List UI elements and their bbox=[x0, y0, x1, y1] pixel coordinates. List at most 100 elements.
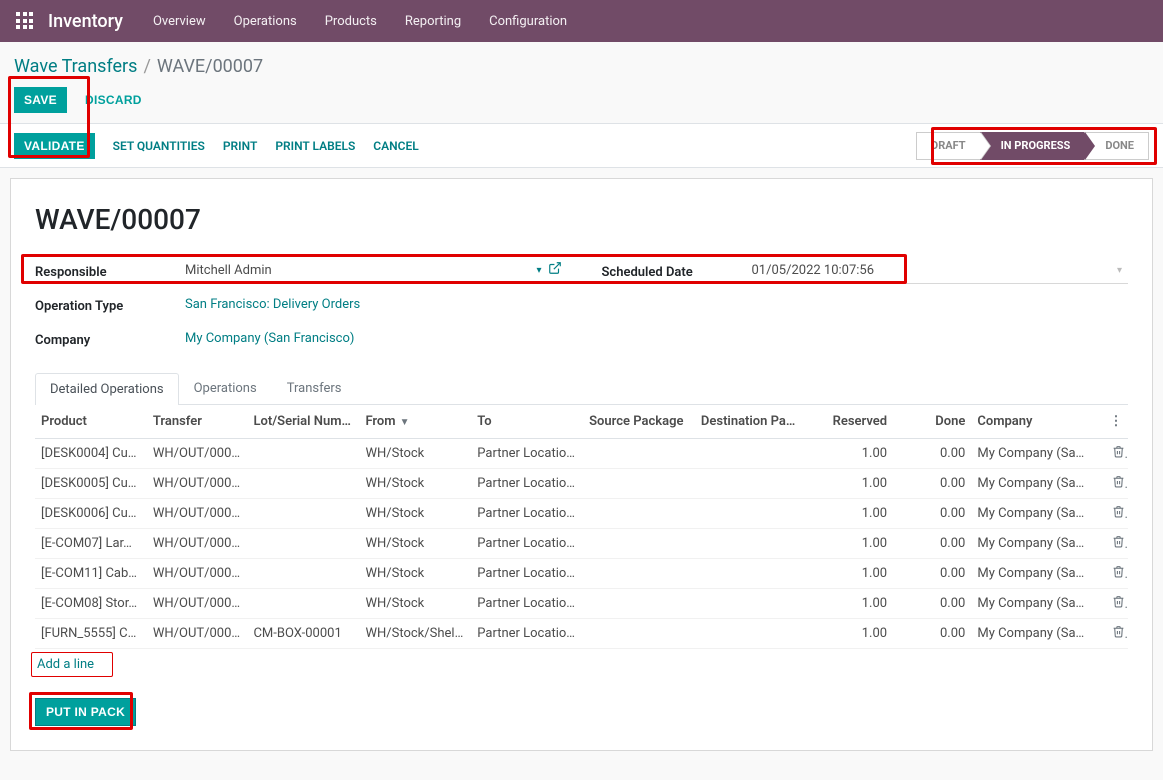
cell-lot[interactable]: CM-BOX-00001 bbox=[247, 619, 359, 649]
cell-from[interactable]: WH/Stock bbox=[359, 529, 471, 559]
table-row[interactable]: [DESK0005] Cu…WH/OUT/000…WH/StockPartner… bbox=[35, 469, 1128, 499]
cell-dest-package[interactable] bbox=[695, 439, 804, 469]
cell-from[interactable]: WH/Stock bbox=[359, 439, 471, 469]
cell-company[interactable]: My Company (Sa… bbox=[971, 589, 1105, 619]
table-row[interactable]: [DESK0004] Cu…WH/OUT/000… WH/StockPartner… bbox=[35, 439, 1128, 469]
columns-menu-icon[interactable]: ⋮ bbox=[1106, 405, 1128, 439]
dropdown-caret-icon[interactable]: ▾ bbox=[530, 265, 547, 276]
cell-lot[interactable] bbox=[247, 529, 359, 559]
tab-detailed-operations[interactable]: Detailed Operations bbox=[35, 373, 179, 405]
scheduled-date-field[interactable]: ▾ bbox=[752, 260, 1129, 284]
cell-reserved[interactable]: 1.00 bbox=[804, 529, 893, 559]
cell-done[interactable]: 0.00 bbox=[893, 529, 971, 559]
cell-reserved[interactable]: 1.00 bbox=[804, 559, 893, 589]
cancel-button[interactable]: CANCEL bbox=[373, 139, 418, 153]
delete-row-icon[interactable] bbox=[1106, 499, 1128, 529]
col-to[interactable]: To bbox=[471, 405, 583, 439]
cell-product[interactable]: [DESK0005] Cu… bbox=[35, 469, 147, 499]
company-link[interactable]: My Company (San Francisco) bbox=[185, 331, 354, 346]
set-quantities-button[interactable]: SET QUANTITIES bbox=[113, 139, 205, 153]
cell-src-package[interactable] bbox=[583, 559, 695, 589]
cell-reserved[interactable]: 1.00 bbox=[804, 499, 893, 529]
cell-done[interactable]: 0.00 bbox=[893, 439, 971, 469]
col-dest-package[interactable]: Destination Pa… bbox=[695, 405, 804, 439]
cell-to[interactable]: Partner Location… bbox=[471, 589, 583, 619]
col-done[interactable]: Done bbox=[893, 405, 971, 439]
cell-dest-package[interactable] bbox=[695, 499, 804, 529]
external-link-icon[interactable] bbox=[548, 261, 562, 279]
operation-type-link[interactable]: San Francisco: Delivery Orders bbox=[185, 297, 360, 312]
discard-button[interactable]: DISCARD bbox=[77, 87, 150, 113]
nav-products[interactable]: Products bbox=[325, 14, 377, 29]
cell-transfer[interactable]: WH/OUT/000… bbox=[147, 559, 248, 589]
tab-transfers[interactable]: Transfers bbox=[272, 372, 357, 404]
table-row[interactable]: [E-COM08] Stor…WH/OUT/000… WH/StockPartne… bbox=[35, 589, 1128, 619]
status-draft[interactable]: DRAFT bbox=[916, 132, 980, 160]
cell-from[interactable]: WH/Stock bbox=[359, 589, 471, 619]
breadcrumb-root[interactable]: Wave Transfers bbox=[14, 56, 137, 77]
cell-done[interactable]: 0.00 bbox=[893, 469, 971, 499]
nav-overview[interactable]: Overview bbox=[153, 14, 206, 29]
cell-transfer[interactable]: WH/OUT/000… bbox=[147, 619, 248, 649]
col-from[interactable]: From▼ bbox=[359, 405, 471, 439]
col-src-package[interactable]: Source Package bbox=[583, 405, 695, 439]
cell-lot[interactable] bbox=[247, 589, 359, 619]
cell-lot[interactable] bbox=[247, 469, 359, 499]
cell-dest-package[interactable] bbox=[695, 589, 804, 619]
cell-product[interactable]: [E-COM07] Lar… bbox=[35, 529, 147, 559]
delete-row-icon[interactable] bbox=[1106, 439, 1128, 469]
cell-product[interactable]: [DESK0006] Cu… bbox=[35, 499, 147, 529]
cell-company[interactable]: My Company (Sa… bbox=[971, 469, 1105, 499]
col-reserved[interactable]: Reserved bbox=[804, 405, 893, 439]
table-row[interactable]: [E-COM07] Lar…WH/OUT/000…WH/StockPartner… bbox=[35, 529, 1128, 559]
responsible-field[interactable]: ▾ bbox=[185, 260, 562, 284]
cell-company[interactable]: My Company (Sa… bbox=[971, 559, 1105, 589]
cell-product[interactable]: [E-COM08] Stor… bbox=[35, 589, 147, 619]
cell-dest-package[interactable] bbox=[695, 529, 804, 559]
cell-reserved[interactable]: 1.00 bbox=[804, 619, 893, 649]
cell-transfer[interactable]: WH/OUT/000… bbox=[147, 469, 248, 499]
save-button[interactable]: SAVE bbox=[14, 87, 67, 113]
nav-configuration[interactable]: Configuration bbox=[489, 14, 567, 29]
cell-done[interactable]: 0.00 bbox=[893, 559, 971, 589]
table-row[interactable]: [E-COM11] Cab…WH/OUT/000…WH/StockPartner… bbox=[35, 559, 1128, 589]
cell-src-package[interactable] bbox=[583, 589, 695, 619]
cell-transfer[interactable]: WH/OUT/000… bbox=[147, 439, 248, 469]
cell-lot[interactable] bbox=[247, 559, 359, 589]
delete-row-icon[interactable] bbox=[1106, 589, 1128, 619]
cell-src-package[interactable] bbox=[583, 619, 695, 649]
cell-product[interactable]: [E-COM11] Cab… bbox=[35, 559, 147, 589]
cell-src-package[interactable] bbox=[583, 529, 695, 559]
delete-row-icon[interactable] bbox=[1106, 619, 1128, 649]
status-in-progress[interactable]: IN PROGRESS bbox=[980, 132, 1085, 160]
cell-reserved[interactable]: 1.00 bbox=[804, 439, 893, 469]
delete-row-icon[interactable] bbox=[1106, 469, 1128, 499]
cell-src-package[interactable] bbox=[583, 469, 695, 499]
apps-icon[interactable] bbox=[16, 12, 34, 30]
nav-reporting[interactable]: Reporting bbox=[405, 14, 461, 29]
cell-company[interactable]: My Company (Sa… bbox=[971, 529, 1105, 559]
cell-src-package[interactable] bbox=[583, 439, 695, 469]
cell-reserved[interactable]: 1.00 bbox=[804, 469, 893, 499]
cell-to[interactable]: Partner Location… bbox=[471, 469, 583, 499]
cell-to[interactable]: Partner Location… bbox=[471, 439, 583, 469]
nav-operations[interactable]: Operations bbox=[234, 14, 297, 29]
cell-from[interactable]: WH/Stock bbox=[359, 559, 471, 589]
cell-transfer[interactable]: WH/OUT/000… bbox=[147, 529, 248, 559]
responsible-input[interactable] bbox=[185, 263, 530, 278]
cell-reserved[interactable]: 1.00 bbox=[804, 589, 893, 619]
col-transfer[interactable]: Transfer bbox=[147, 405, 248, 439]
cell-lot[interactable] bbox=[247, 439, 359, 469]
cell-dest-package[interactable] bbox=[695, 619, 804, 649]
table-row[interactable]: [DESK0006] Cu…WH/OUT/000…WH/StockPartner… bbox=[35, 499, 1128, 529]
date-caret-icon[interactable]: ▾ bbox=[1111, 265, 1128, 276]
cell-transfer[interactable]: WH/OUT/000… bbox=[147, 499, 248, 529]
cell-from[interactable]: WH/Stock/Shelf… bbox=[359, 619, 471, 649]
print-button[interactable]: PRINT bbox=[223, 139, 257, 153]
cell-transfer[interactable]: WH/OUT/000… bbox=[147, 589, 248, 619]
cell-dest-package[interactable] bbox=[695, 559, 804, 589]
cell-product[interactable]: [DESK0004] Cu… bbox=[35, 439, 147, 469]
col-product[interactable]: Product bbox=[35, 405, 147, 439]
table-row[interactable]: [FURN_5555] C…WH/OUT/000…CM-BOX-00001WH/… bbox=[35, 619, 1128, 649]
cell-company[interactable]: My Company (Sa… bbox=[971, 499, 1105, 529]
